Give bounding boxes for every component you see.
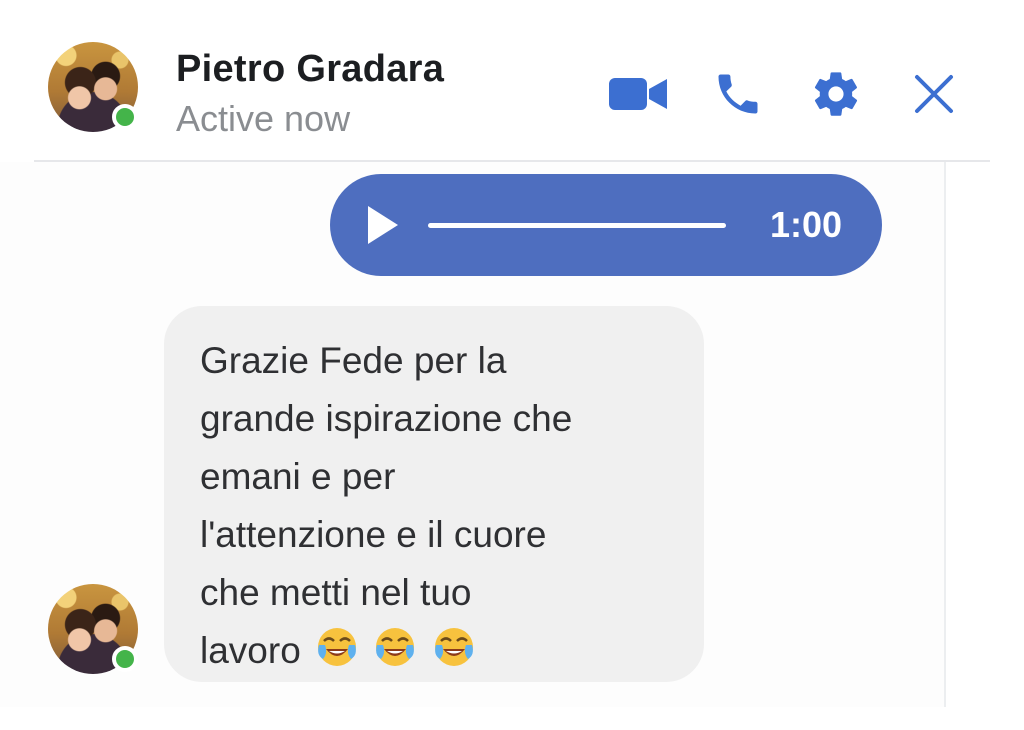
message-line: che metti nel tuo (200, 572, 472, 613)
tears-of-joy-emoji (318, 628, 357, 666)
scrollbar[interactable] (944, 162, 992, 707)
message-line: emani e per (200, 456, 396, 497)
online-indicator (112, 104, 138, 130)
phone-icon (718, 74, 758, 114)
close-icon (915, 75, 953, 113)
gear-icon (814, 72, 858, 116)
online-indicator (112, 646, 138, 672)
message-text: Grazie Fede per la grande ispirazione ch… (200, 332, 700, 680)
close-button[interactable] (902, 64, 966, 124)
audio-progress-track[interactable] (428, 223, 726, 228)
audio-message-bubble[interactable]: 1:00 (330, 174, 882, 276)
tears-of-joy-emoji (434, 628, 473, 666)
message-last-line: lavoro (200, 622, 700, 680)
contact-status: Active now (176, 98, 351, 139)
message-line: Grazie Fede per la (200, 340, 507, 381)
sender-avatar[interactable] (48, 584, 138, 674)
chat-window: Pietro Gradara Active now 1:00 Grazie Fe… (0, 0, 1024, 730)
voice-call-button[interactable] (706, 64, 770, 124)
contact-name[interactable]: Pietro Gradara (176, 48, 444, 91)
audio-duration: 1:00 (769, 204, 842, 245)
message-line: l'attenzione e il cuore (200, 514, 547, 555)
video-call-button[interactable] (606, 64, 670, 124)
play-icon[interactable] (364, 204, 400, 246)
chat-header: Pietro Gradara Active now (0, 0, 990, 160)
settings-button[interactable] (804, 64, 868, 124)
contact-avatar[interactable] (48, 42, 138, 132)
incoming-message-bubble[interactable]: Grazie Fede per la grande ispirazione ch… (164, 306, 704, 682)
tears-of-joy-emoji (376, 628, 415, 666)
message-list[interactable]: 1:00 Grazie Fede per la grande ispirazio… (0, 162, 944, 707)
message-line: grande ispirazione che (200, 398, 573, 439)
message-line: lavoro (200, 630, 301, 671)
video-camera-icon (609, 78, 667, 110)
